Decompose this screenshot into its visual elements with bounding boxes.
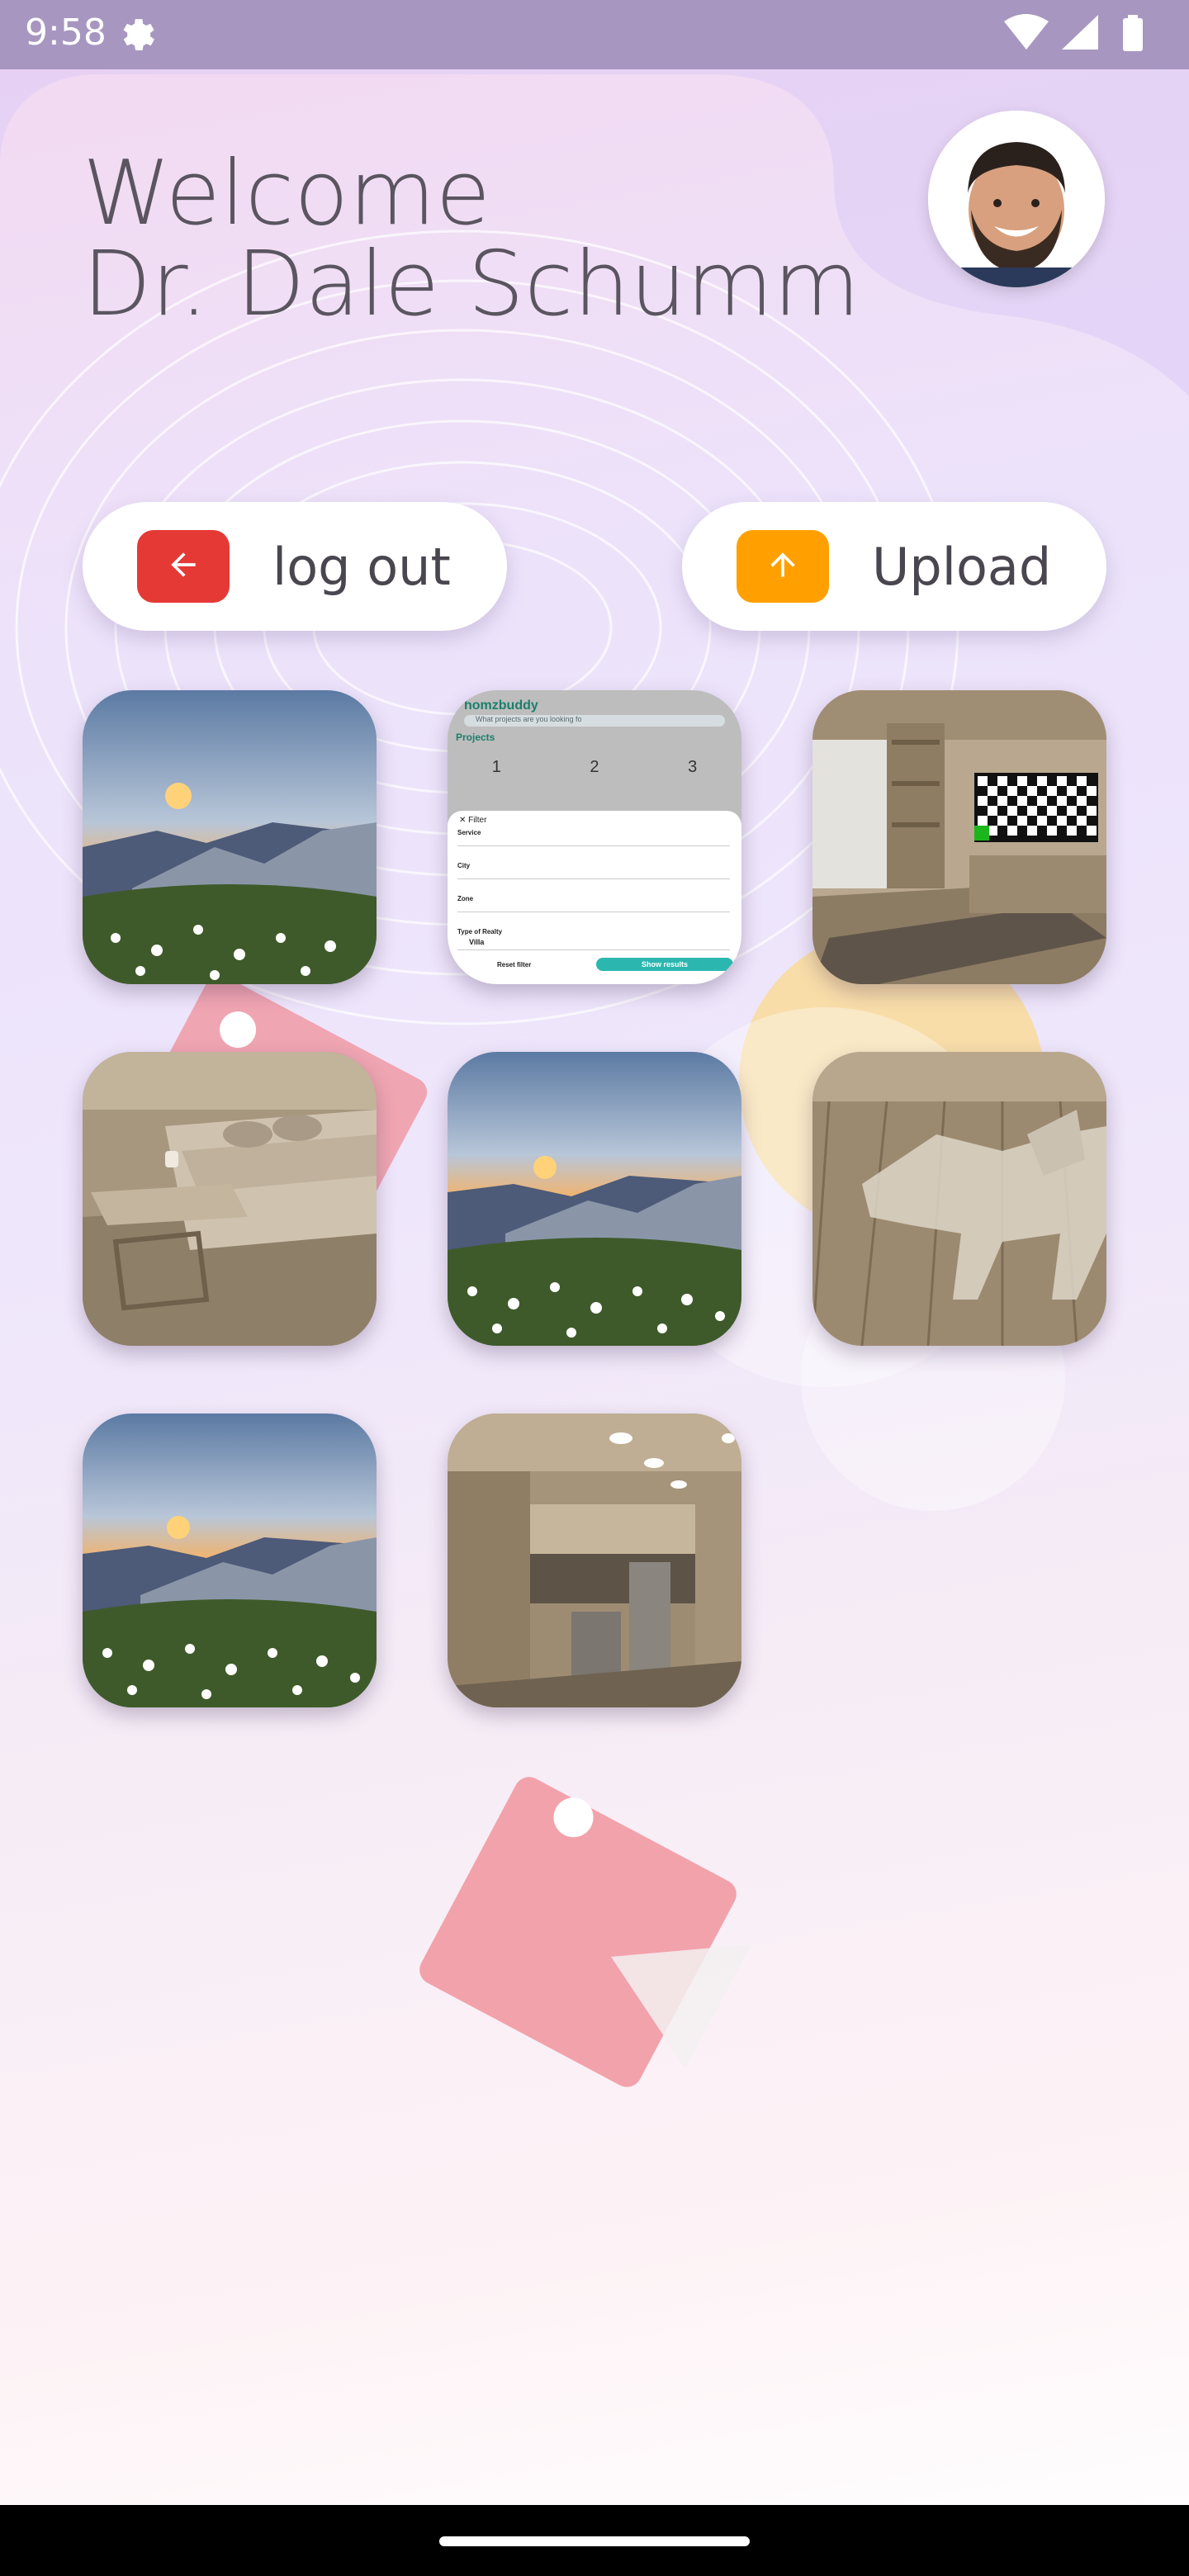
status-time: 9:58 bbox=[25, 12, 107, 54]
screenshot-filter-sheet: ✕ Filter Service City Zone Type of Realt… bbox=[448, 811, 741, 984]
gallery-image-5[interactable] bbox=[448, 1052, 741, 1346]
screenshot-brand: homzbuddy bbox=[464, 698, 538, 713]
gallery-image-3[interactable] bbox=[812, 690, 1106, 984]
gallery-image-7[interactable] bbox=[83, 1413, 377, 1707]
status-bar: 9:58 bbox=[0, 0, 1189, 69]
screenshot-realty-value: Villa bbox=[469, 938, 485, 946]
gallery-image-2[interactable]: homzbuddy What projects are you looking … bbox=[448, 690, 741, 984]
keypad-key-2: 2 bbox=[590, 758, 599, 776]
avatar[interactable] bbox=[928, 111, 1105, 287]
upload-button[interactable]: Upload bbox=[682, 502, 1106, 631]
screenshot-filter-title: Filter bbox=[468, 816, 487, 825]
screenshot-content: homzbuddy What projects are you looking … bbox=[448, 690, 741, 984]
screenshot-field-service: Service bbox=[457, 829, 481, 836]
gallery-image-6[interactable] bbox=[812, 1052, 1106, 1346]
screenshot-reset: Reset filter bbox=[497, 961, 532, 968]
keypad-key-3: 3 bbox=[688, 758, 698, 776]
battery-icon bbox=[1123, 15, 1143, 51]
screenshot-field-realty: Type of Realty bbox=[457, 928, 503, 935]
wifi-icon bbox=[1004, 14, 1049, 50]
gallery-image-1[interactable] bbox=[83, 690, 377, 984]
upload-label: Upload bbox=[872, 536, 1052, 597]
home-gesture-handle[interactable] bbox=[439, 2536, 750, 2546]
logout-label: log out bbox=[272, 536, 451, 597]
screenshot-search: What projects are you looking fo bbox=[464, 715, 725, 727]
welcome-heading: Welcome Dr. Dale Schumm bbox=[83, 149, 860, 330]
screenshot-field-zone: Zone bbox=[457, 895, 474, 902]
status-icons bbox=[1002, 13, 1159, 60]
arrow-left-icon bbox=[165, 547, 201, 587]
logout-button[interactable]: log out bbox=[83, 502, 507, 631]
arrow-up-icon bbox=[765, 547, 801, 587]
greeting-text: Welcome bbox=[83, 142, 491, 245]
gallery-image-4[interactable] bbox=[83, 1052, 377, 1346]
gallery-image-8[interactable] bbox=[448, 1413, 741, 1707]
keypad-key-1: 1 bbox=[491, 758, 501, 776]
upload-icon-box bbox=[737, 530, 829, 603]
screenshot-show-results: Show results bbox=[596, 958, 733, 971]
signal-icon bbox=[1062, 15, 1098, 50]
logout-icon-box bbox=[137, 530, 230, 603]
settings-gear-icon bbox=[116, 13, 159, 60]
user-name: Dr. Dale Schumm bbox=[83, 233, 860, 336]
screenshot-field-city: City bbox=[457, 862, 471, 869]
screenshot-section: Projects bbox=[456, 732, 495, 743]
